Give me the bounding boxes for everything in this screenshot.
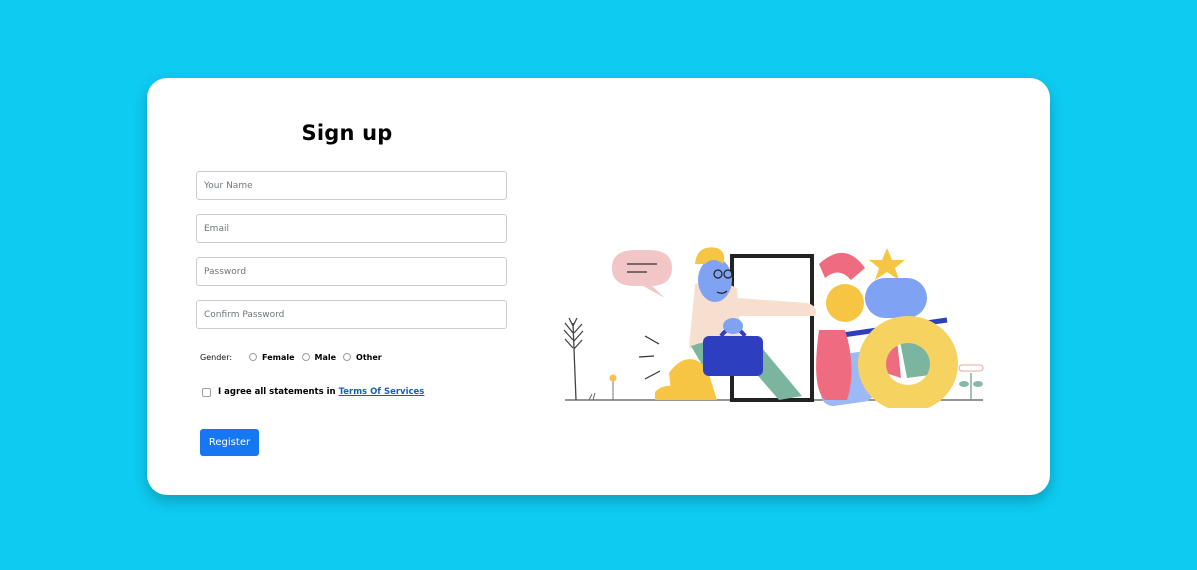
- password-input[interactable]: [196, 257, 507, 286]
- confirm-password-input[interactable]: [196, 300, 507, 329]
- gender-female-radio[interactable]: [249, 353, 258, 361]
- gender-male-label[interactable]: Male: [315, 353, 337, 362]
- gender-other-label[interactable]: Other: [356, 353, 382, 362]
- email-input[interactable]: [196, 214, 507, 243]
- terms-of-services-link[interactable]: Terms Of Services: [339, 387, 425, 397]
- person-walking-through-door-illustration: [563, 247, 984, 408]
- terms-agreement: I agree all statements in Terms Of Servi…: [202, 385, 424, 399]
- agree-label: I agree all statements in: [218, 387, 336, 397]
- gender-other-radio[interactable]: [343, 353, 352, 361]
- plant-icon: [563, 317, 584, 401]
- gender-group: Gender: Female Male Other: [200, 350, 382, 364]
- gender-label: Gender:: [200, 352, 233, 362]
- signup-card: Sign up Gender: Female Male Other I agre…: [147, 78, 1050, 495]
- gender-male-radio[interactable]: [301, 353, 310, 361]
- agree-checkbox[interactable]: [202, 387, 211, 397]
- gender-female-label[interactable]: Female: [262, 353, 294, 362]
- page-title: Sign up: [301, 121, 393, 145]
- name-input[interactable]: [196, 171, 507, 200]
- register-button[interactable]: Register: [200, 429, 259, 456]
